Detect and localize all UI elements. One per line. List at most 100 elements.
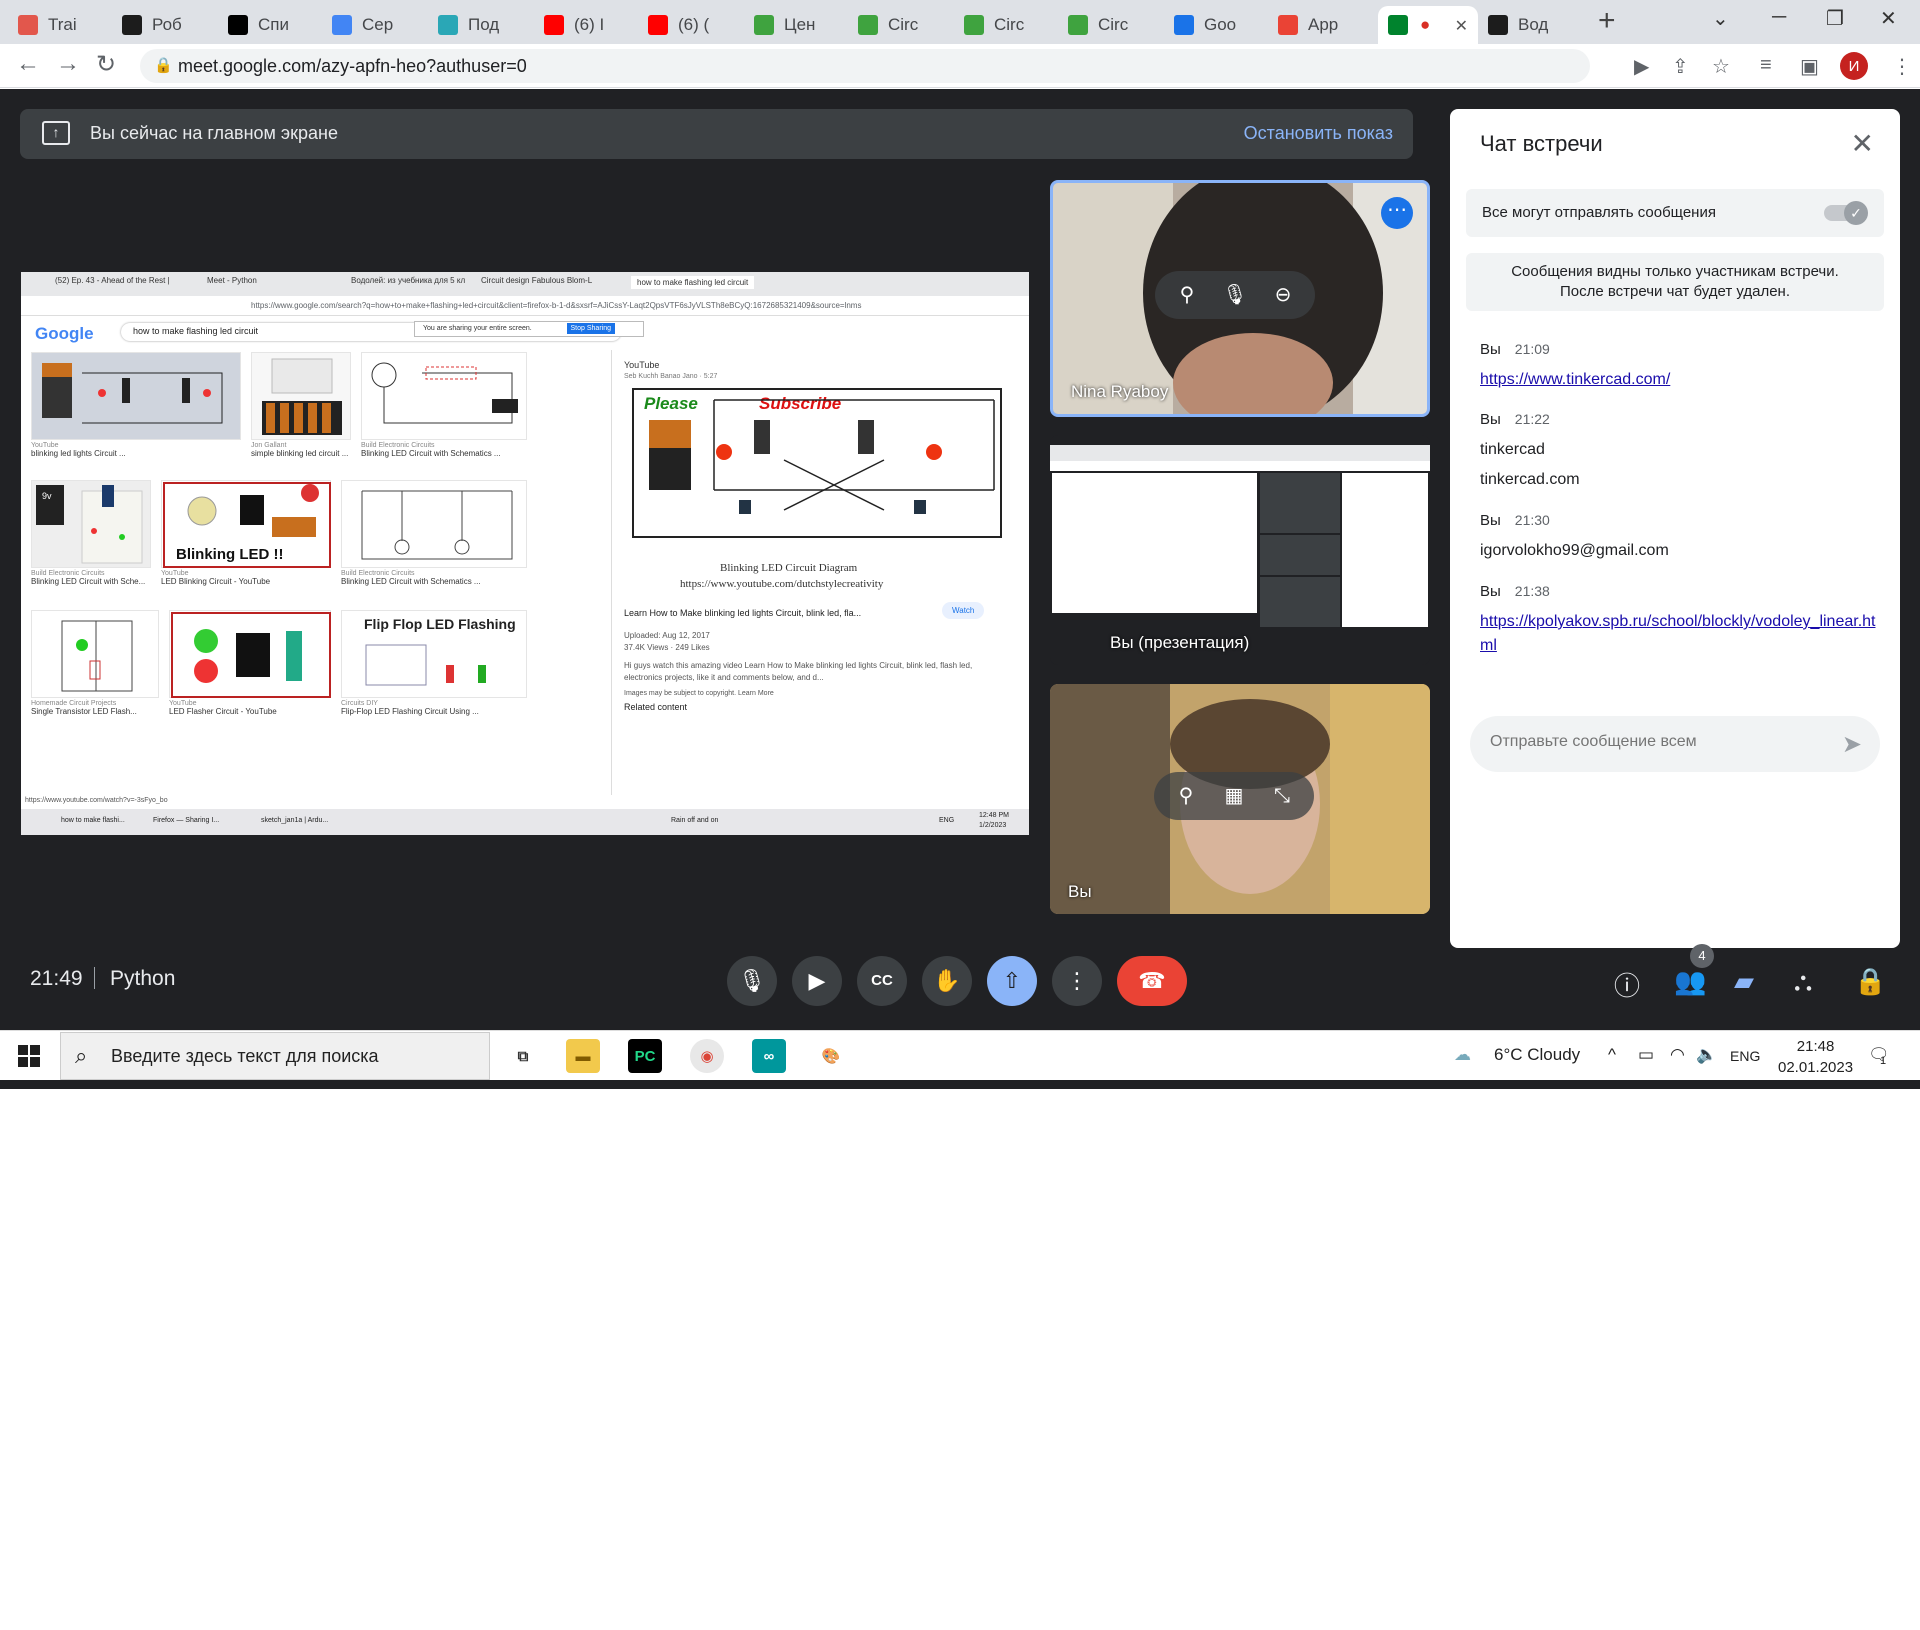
address-bar[interactable]: 🔒 meet.google.com/azy-apfn-heo?authuser=…	[140, 49, 1590, 83]
result-thumb: Blinking LED !!	[161, 480, 331, 568]
pycharm-icon[interactable]: PC	[628, 1039, 662, 1073]
tab-label: Trai	[48, 15, 77, 34]
stop-presenting-button[interactable]: Остановить показ	[1244, 123, 1393, 144]
close-tab-icon[interactable]: ✕	[1455, 16, 1468, 36]
browser-tab[interactable]: Circ	[1058, 6, 1162, 44]
windows-start-icon[interactable]	[18, 1045, 40, 1067]
chrome-icon[interactable]: ◉	[690, 1039, 724, 1073]
browser-tab[interactable]: Circ	[848, 6, 952, 44]
tinkercad-icon	[858, 15, 878, 35]
more-options-button[interactable]: ⋯	[1381, 197, 1413, 229]
battery-icon[interactable]: ▭	[1638, 1045, 1654, 1065]
restore-icon[interactable]: ❐	[1826, 6, 1844, 31]
shared-tab: (52) Ep. 43 - Ahead of the Rest |	[55, 276, 170, 285]
present-button[interactable]: ⇧	[987, 956, 1037, 1006]
taskbar-search[interactable]: ⌕ Введите здесь текст для поиска	[60, 1032, 490, 1080]
toggle-switch[interactable]: ✓	[1824, 201, 1868, 225]
back-icon[interactable]: ←	[16, 50, 40, 78]
weather-text[interactable]: 6°C Cloudy	[1494, 1045, 1580, 1065]
browser-tab[interactable]: (6) (	[638, 6, 742, 44]
volume-icon[interactable]: 🔈	[1696, 1045, 1717, 1065]
camera-button[interactable]: ▶	[792, 956, 842, 1006]
browser-tab[interactable]: Роб	[112, 6, 216, 44]
remove-icon[interactable]: ⊖	[1269, 281, 1297, 309]
browser-tab[interactable]: Сер	[322, 6, 426, 44]
message-text: tinkercad	[1480, 441, 1545, 458]
weather-icon[interactable]: ☁	[1454, 1045, 1471, 1065]
reload-icon[interactable]: ↻	[96, 50, 116, 79]
gmail-icon	[1278, 15, 1298, 35]
message-link[interactable]: https://kpolyakov.spb.ru/school/blockly/…	[1480, 610, 1880, 658]
browser-menu-icon[interactable]: ⋮	[1892, 54, 1912, 79]
host-controls-icon[interactable]: 🔒	[1854, 966, 1886, 997]
gear-icon	[438, 15, 458, 35]
microphone-button[interactable]: 🎙	[727, 956, 777, 1006]
bookmark-star-icon[interactable]: ☆	[1712, 54, 1730, 79]
task-view-icon[interactable]: ⧉	[506, 1039, 540, 1073]
participant-tile-self[interactable]: ⚲ ▦ ⤡ Вы	[1050, 684, 1430, 914]
share-icon[interactable]: ⇪	[1672, 54, 1689, 79]
breadboard-thumb: 9v	[36, 485, 143, 564]
pin-icon[interactable]: ⚲	[1172, 782, 1200, 810]
result-caption: Homemade Circuit Projects Single Transist…	[31, 700, 137, 716]
result-caption: YouTube LED Blinking Circuit - YouTube	[161, 570, 271, 586]
browser-tab[interactable]: Вод	[1478, 6, 1582, 44]
browser-tab[interactable]: Под	[428, 6, 532, 44]
message-link[interactable]: https://www.tinkercad.com/	[1480, 368, 1880, 392]
paint-icon[interactable]: 🎨	[814, 1039, 848, 1073]
tab-search-icon[interactable]: ⌄	[1712, 6, 1729, 31]
minimize-icon[interactable]: ─	[1772, 6, 1786, 29]
send-icon[interactable]: ➤	[1842, 730, 1862, 759]
raise-hand-button[interactable]: ✋	[922, 956, 972, 1006]
taskbar-clock[interactable]: 21:48 02.01.2023	[1778, 1036, 1853, 1078]
media-control-icon[interactable]: ≡	[1760, 54, 1772, 77]
result-caption: Build Electronic Circuits Blinking LED Ci…	[31, 570, 146, 586]
captions-button[interactable]: CC	[857, 956, 907, 1006]
more-options-button[interactable]: ⋮	[1052, 956, 1102, 1006]
wifi-icon[interactable]: ◠	[1670, 1045, 1685, 1065]
lock-icon[interactable]: 🔒	[154, 56, 173, 74]
tab-label: Цен	[784, 15, 816, 34]
minimize-tile-icon[interactable]: ⤡	[1268, 782, 1296, 810]
check-icon: ✓	[1844, 201, 1868, 225]
participant-tile-presentation[interactable]: Вы (презентация)	[1050, 435, 1430, 665]
browser-tab[interactable]: App	[1268, 6, 1372, 44]
file-explorer-icon[interactable]: ▬	[566, 1039, 600, 1073]
notifications-icon[interactable]: 🗨	[1868, 1045, 1890, 1065]
frame-icon[interactable]: ▦	[1220, 782, 1248, 810]
profile-avatar[interactable]: И	[1840, 52, 1868, 80]
tinkercad-icon	[964, 15, 984, 35]
activities-icon[interactable]: ⛬	[1794, 966, 1812, 998]
side-panel-icon[interactable]: ▣	[1800, 54, 1819, 79]
tile-controls: ⚲ ▦ ⤡	[1154, 772, 1314, 820]
participant-tile-nina[interactable]: ⋯ ⚲ 🎙 ⊖ Nina Ryaboy	[1050, 180, 1430, 417]
camera-indicator-icon[interactable]: ▶	[1634, 54, 1649, 79]
meet-icon	[1388, 15, 1408, 35]
result-caption: YouTube blinking led lights Circuit ...	[31, 442, 126, 458]
mute-participant-icon[interactable]: 🎙	[1221, 281, 1249, 309]
url-text[interactable]: meet.google.com/azy-apfn-heo?authuser=0	[178, 56, 527, 77]
browser-tab[interactable]: Цен	[744, 6, 848, 44]
people-icon[interactable]: 👥	[1674, 966, 1706, 997]
chat-input[interactable]	[1490, 733, 1810, 751]
participant-name: Вы	[1068, 882, 1092, 901]
info-icon[interactable]: ⓘ	[1614, 966, 1640, 1003]
tray-overflow-icon[interactable]: ^	[1608, 1045, 1616, 1065]
browser-tab[interactable]: (6) I	[534, 6, 638, 44]
browser-tab[interactable]: ● ✕	[1378, 6, 1478, 44]
new-tab-button[interactable]: +	[1598, 4, 1616, 38]
chat-input-box[interactable]: ➤	[1470, 716, 1880, 772]
close-window-icon[interactable]: ✕	[1880, 6, 1897, 31]
browser-tab[interactable]: Circ	[954, 6, 1058, 44]
pin-icon[interactable]: ⚲	[1173, 281, 1201, 309]
arduino-icon[interactable]: ∞	[752, 1039, 786, 1073]
browser-tab[interactable]: Trai	[8, 6, 112, 44]
allow-messages-toggle[interactable]: Все могут отправлять сообщения ✓	[1466, 189, 1884, 237]
forward-icon[interactable]: →	[56, 50, 80, 78]
language-indicator[interactable]: ENG	[1730, 1048, 1760, 1064]
close-icon[interactable]: ✕	[1851, 127, 1874, 160]
browser-tab[interactable]: Спи	[218, 6, 322, 44]
chat-icon[interactable]: ▰	[1734, 966, 1754, 997]
leave-call-button[interactable]: ☎	[1117, 956, 1187, 1006]
browser-tab[interactable]: Goo	[1164, 6, 1268, 44]
